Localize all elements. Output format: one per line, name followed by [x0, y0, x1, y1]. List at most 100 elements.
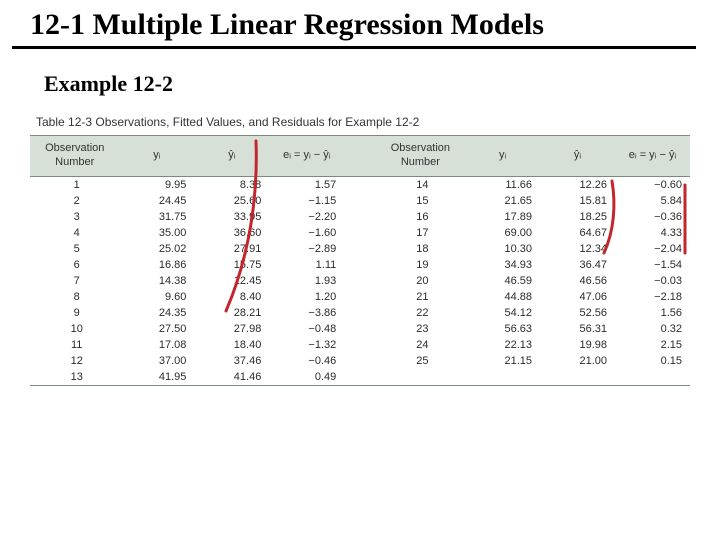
col-resid: eᵢ = yᵢ − ŷᵢ	[269, 136, 344, 177]
cell-resid: −2.20	[269, 209, 344, 225]
cell-y: 31.75	[119, 209, 194, 225]
cell-yhat: 46.56	[540, 273, 615, 289]
cell-resid: 1.57	[269, 176, 344, 193]
cell-obs: 19	[376, 257, 465, 273]
cell-obs: 13	[30, 369, 119, 386]
table-wrap: ObservationNumber yᵢ ŷᵢ eᵢ = yᵢ − ŷᵢ Obs…	[30, 135, 690, 386]
cell-resid: 5.84	[615, 193, 690, 209]
cell-y: 25.02	[119, 241, 194, 257]
cell-resid: 0.49	[269, 369, 344, 386]
cell-obs: 4	[30, 225, 119, 241]
data-table: ObservationNumber yᵢ ŷᵢ eᵢ = yᵢ − ŷᵢ Obs…	[30, 135, 690, 386]
cell-y: 69.00	[465, 225, 540, 241]
cell-obs: 15	[376, 193, 465, 209]
cell-yhat: 12.34	[540, 241, 615, 257]
cell-y: 9.95	[119, 176, 194, 193]
cell-obs: 7	[30, 273, 119, 289]
cell-yhat: 28.21	[194, 305, 269, 321]
table-row: 435.0036.60−1.601769.0064.674.33	[30, 225, 690, 241]
cell-y: 37.00	[119, 353, 194, 369]
cell-resid: −0.60	[615, 176, 690, 193]
cell-resid: −3.86	[269, 305, 344, 321]
cell-yhat	[540, 369, 615, 386]
table-row: 89.608.401.202144.8847.06−2.18	[30, 289, 690, 305]
col-y-r: yᵢ	[465, 136, 540, 177]
cell-obs: 20	[376, 273, 465, 289]
cell-obs: 11	[30, 337, 119, 353]
cell-y: 17.89	[465, 209, 540, 225]
cell-y: 34.93	[465, 257, 540, 273]
cell-yhat: 21.00	[540, 353, 615, 369]
cell-gap	[344, 353, 375, 369]
cell-obs: 12	[30, 353, 119, 369]
cell-y: 21.65	[465, 193, 540, 209]
cell-yhat: 56.31	[540, 321, 615, 337]
cell-obs: 22	[376, 305, 465, 321]
cell-y: 17.08	[119, 337, 194, 353]
cell-resid: 0.32	[615, 321, 690, 337]
table-header-row: ObservationNumber yᵢ ŷᵢ eᵢ = yᵢ − ŷᵢ Obs…	[30, 136, 690, 177]
cell-y: 24.35	[119, 305, 194, 321]
cell-resid: −1.60	[269, 225, 344, 241]
cell-gap	[344, 225, 375, 241]
cell-y: 21.15	[465, 353, 540, 369]
table-row: 1117.0818.40−1.322422.1319.982.15	[30, 337, 690, 353]
cell-resid: −0.03	[615, 273, 690, 289]
cell-y: 56.63	[465, 321, 540, 337]
cell-yhat: 8.40	[194, 289, 269, 305]
col-gap	[344, 136, 375, 177]
cell-obs: 16	[376, 209, 465, 225]
cell-obs	[376, 369, 465, 386]
cell-obs: 25	[376, 353, 465, 369]
table-row: 224.4525.60−1.151521.6515.815.84	[30, 193, 690, 209]
col-yhat-r: ŷᵢ	[540, 136, 615, 177]
cell-gap	[344, 176, 375, 193]
cell-resid: 4.33	[615, 225, 690, 241]
cell-y: 24.45	[119, 193, 194, 209]
cell-gap	[344, 289, 375, 305]
cell-gap	[344, 305, 375, 321]
cell-yhat: 36.47	[540, 257, 615, 273]
cell-resid: −0.46	[269, 353, 344, 369]
table-row: 1341.9541.460.49	[30, 369, 690, 386]
cell-yhat: 47.06	[540, 289, 615, 305]
col-obs: ObservationNumber	[30, 136, 119, 177]
cell-gap	[344, 193, 375, 209]
cell-yhat: 64.67	[540, 225, 615, 241]
cell-obs: 23	[376, 321, 465, 337]
cell-obs: 6	[30, 257, 119, 273]
cell-obs: 21	[376, 289, 465, 305]
cell-obs: 14	[376, 176, 465, 193]
cell-y: 16.86	[119, 257, 194, 273]
cell-resid: −1.32	[269, 337, 344, 353]
table-row: 1237.0037.46−0.462521.1521.000.15	[30, 353, 690, 369]
cell-gap	[344, 241, 375, 257]
cell-resid: 1.20	[269, 289, 344, 305]
cell-y: 27.50	[119, 321, 194, 337]
cell-yhat: 18.40	[194, 337, 269, 353]
cell-yhat: 25.60	[194, 193, 269, 209]
col-resid-r: eᵢ = yᵢ − ŷᵢ	[615, 136, 690, 177]
example-label: Example 12-2	[44, 71, 720, 97]
cell-resid: −2.18	[615, 289, 690, 305]
cell-y: 11.66	[465, 176, 540, 193]
cell-obs: 9	[30, 305, 119, 321]
cell-yhat: 18.25	[540, 209, 615, 225]
cell-resid	[615, 369, 690, 386]
cell-resid: 2.15	[615, 337, 690, 353]
cell-yhat: 27.91	[194, 241, 269, 257]
cell-yhat: 37.46	[194, 353, 269, 369]
cell-obs: 5	[30, 241, 119, 257]
cell-obs: 3	[30, 209, 119, 225]
cell-resid: −0.36	[615, 209, 690, 225]
col-obs-r: ObservationNumber	[376, 136, 465, 177]
cell-y: 14.38	[119, 273, 194, 289]
col-yhat: ŷᵢ	[194, 136, 269, 177]
cell-resid: −1.15	[269, 193, 344, 209]
cell-yhat: 8.38	[194, 176, 269, 193]
table-row: 714.3812.451.932046.5946.56−0.03	[30, 273, 690, 289]
cell-y: 9.60	[119, 289, 194, 305]
table-row: 19.958.381.571411.6612.26−0.60	[30, 176, 690, 193]
cell-yhat: 41.46	[194, 369, 269, 386]
cell-y: 41.95	[119, 369, 194, 386]
